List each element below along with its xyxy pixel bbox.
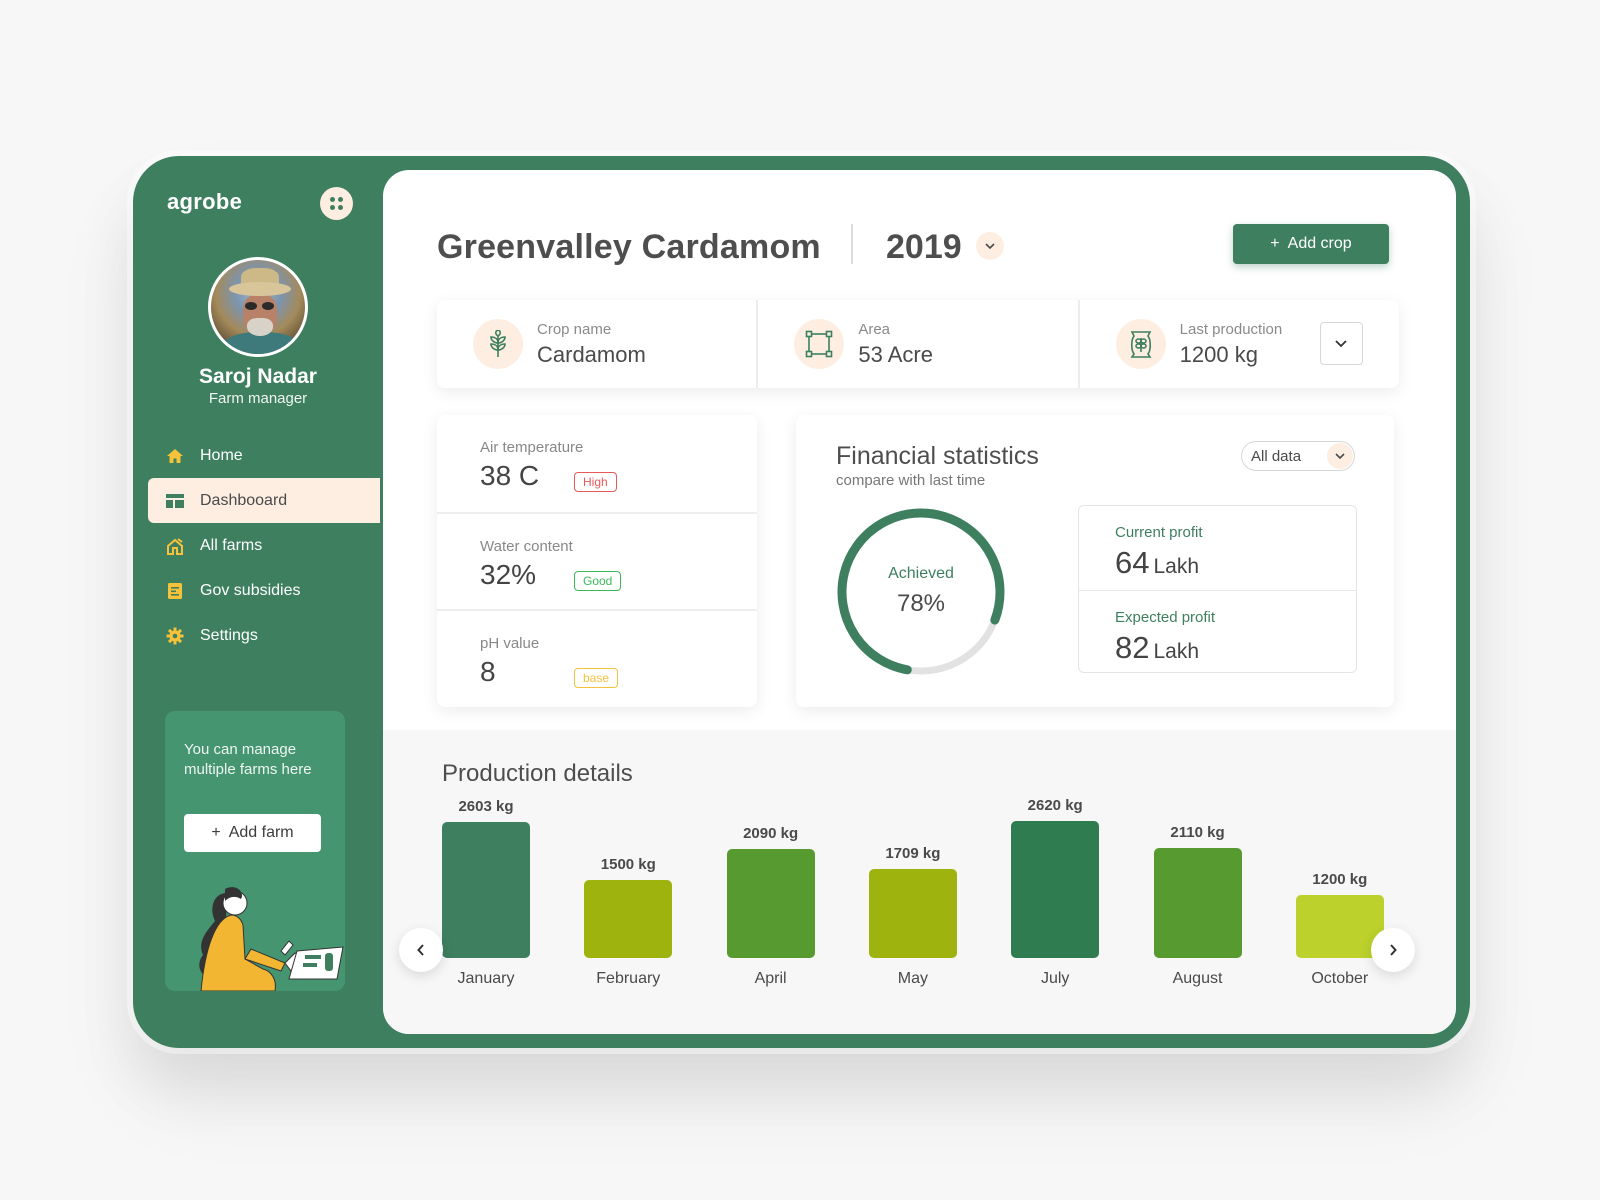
sidebar-item-gov-subsidies[interactable]: Gov subsidies <box>148 568 380 613</box>
financial-statistics-card: Financial statistics compare with last t… <box>796 415 1394 707</box>
chevron-left-icon <box>417 944 424 956</box>
gauge-label: Achieved <box>888 565 954 582</box>
sidebar-item-home[interactable]: Home <box>148 433 380 478</box>
bar-category-label: July <box>1040 970 1070 987</box>
farm-icon <box>166 537 184 555</box>
info-label: Crop name <box>537 320 612 338</box>
info-crop-name: Crop name Cardamom <box>437 300 756 388</box>
chart-bar[interactable] <box>442 821 530 958</box>
bar-value-label: 2110 kg <box>1170 823 1225 841</box>
bar-category-label: October <box>1311 970 1369 987</box>
bar-value-label: 2603 kg <box>458 797 514 815</box>
brand-logo: agrobe <box>167 189 243 214</box>
app-frame: agrobe Saroj Nadar Farm manager Home Das… <box>133 156 1470 1048</box>
sidebar-item-settings[interactable]: Settings <box>148 613 380 658</box>
status-badge: Good <box>574 571 622 591</box>
avatar[interactable] <box>208 257 308 357</box>
chevron-down-icon <box>1335 452 1345 459</box>
bar-value-label: 1500 kg <box>600 855 656 873</box>
wheat-icon <box>490 330 506 357</box>
bar-value-label: 2090 kg <box>743 824 799 842</box>
woman-laptop-illustration <box>199 887 344 991</box>
info-last-production: Last production 1200 kg <box>1077 300 1399 388</box>
sidebar-item-label: Settings <box>200 626 258 644</box>
bar-category-label: May <box>897 970 928 987</box>
gauge-value: 78% <box>896 590 946 617</box>
production-dropdown-button[interactable] <box>1319 322 1363 365</box>
financial-title: Financial statistics <box>836 442 1039 470</box>
chart-bar[interactable] <box>1153 847 1242 958</box>
title-divider <box>851 224 853 264</box>
production-bar-chart: 2603 kg January 1500 kg February 2090 kg Apri… <box>383 790 1456 1034</box>
chart-bar[interactable] <box>1011 821 1100 958</box>
main-panel: Greenvalley Cardamom 2019 + Add crop Cro… <box>383 170 1456 1034</box>
sidebar-item-dashboard[interactable]: Dashbooard <box>148 478 380 523</box>
plus-icon: + <box>211 824 221 841</box>
bar-category-label: February <box>596 970 661 987</box>
info-value: Cardamom <box>537 341 646 367</box>
sidebar-item-all-farms[interactable]: All farms <box>148 523 380 568</box>
promo-text: You can manage multiple farms here <box>184 741 312 778</box>
sidebar-nav: Home Dashbooard All farms Gov subsidies … <box>148 433 380 658</box>
metric-value: 38 C <box>480 460 540 491</box>
chevron-down-icon <box>1335 339 1348 347</box>
metric-value: 8 <box>480 656 496 687</box>
profit-summary: Current profit 64 Lakh Expected profit 82… <box>1078 505 1357 673</box>
metric-label: Air temperature <box>480 439 584 456</box>
plus-icon: + <box>1270 235 1280 252</box>
bar-category-label: April <box>754 970 787 987</box>
bar-category-label: August <box>1172 970 1223 987</box>
metric-label: Water content <box>480 538 573 555</box>
production-title: Production details <box>442 760 633 787</box>
info-value: 1200 kg <box>1179 341 1258 367</box>
status-badge: base <box>574 668 619 688</box>
home-icon <box>166 447 184 465</box>
add-crop-button[interactable]: + Add crop <box>1233 224 1389 264</box>
user-role: Farm manager <box>208 390 308 407</box>
chevron-right-icon <box>1390 944 1397 956</box>
sidebar-item-label: Gov subsidies <box>200 581 301 599</box>
metric-ph-value: pH value 8 base <box>437 609 757 706</box>
bar-value-label: 1200 kg <box>1312 871 1368 889</box>
environment-metrics-card: Air temperature 38 C High Water content … <box>437 415 757 707</box>
metric-label: pH value <box>480 635 540 652</box>
chevron-down-icon <box>985 242 995 249</box>
document-icon <box>166 582 184 600</box>
add-farm-button[interactable]: + Add farm <box>184 814 321 852</box>
chart-next-button[interactable] <box>1371 928 1415 972</box>
promo-card: You can manage multiple farms here + Add… <box>165 711 345 991</box>
metric-air-temperature: Air temperature 38 C High <box>437 415 757 512</box>
year-selector-value[interactable]: 2019 <box>886 228 962 267</box>
user-name: Saroj Nadar <box>199 365 317 388</box>
apps-menu-button[interactable] <box>320 187 353 220</box>
info-area: Area 53 Acre <box>756 300 1077 388</box>
metric-water-content: Water content 32% Good <box>437 512 757 609</box>
info-label: Area <box>858 320 891 338</box>
info-value: 53 Acre <box>858 341 933 367</box>
financial-subtitle: compare with last time <box>836 472 986 489</box>
grain-sack-icon <box>1130 331 1152 358</box>
bar-value-label: 1709 kg <box>885 844 941 862</box>
sidebar-item-label: All farms <box>200 536 263 554</box>
chart-bar[interactable] <box>868 868 957 958</box>
sidebar-item-label: Dashbooard <box>200 491 288 509</box>
chart-bar[interactable] <box>726 848 815 958</box>
data-filter-dropdown[interactable]: All data <box>1241 441 1355 471</box>
current-profit: Current profit 64 Lakh <box>1115 524 1203 580</box>
bar-value-label: 2620 kg <box>1027 797 1083 814</box>
gear-icon <box>166 627 184 645</box>
dashboard-icon <box>166 492 184 510</box>
grid-dots-icon <box>330 197 335 202</box>
crop-info-strip: Crop name Cardamom Area 53 Acre Last pro… <box>437 300 1399 388</box>
chart-prev-button[interactable] <box>399 928 443 972</box>
expected-profit: Expected profit 82 Lakh <box>1079 590 1356 674</box>
sidebar-item-label: Home <box>200 446 243 464</box>
bar-category-label: January <box>457 970 515 987</box>
chart-bar[interactable] <box>584 879 673 958</box>
status-badge: High <box>574 472 617 492</box>
info-label: Last production <box>1179 320 1283 338</box>
page-title: Greenvalley Cardamom <box>437 228 821 266</box>
area-square-icon <box>806 330 833 358</box>
year-dropdown-button[interactable] <box>976 232 1004 260</box>
